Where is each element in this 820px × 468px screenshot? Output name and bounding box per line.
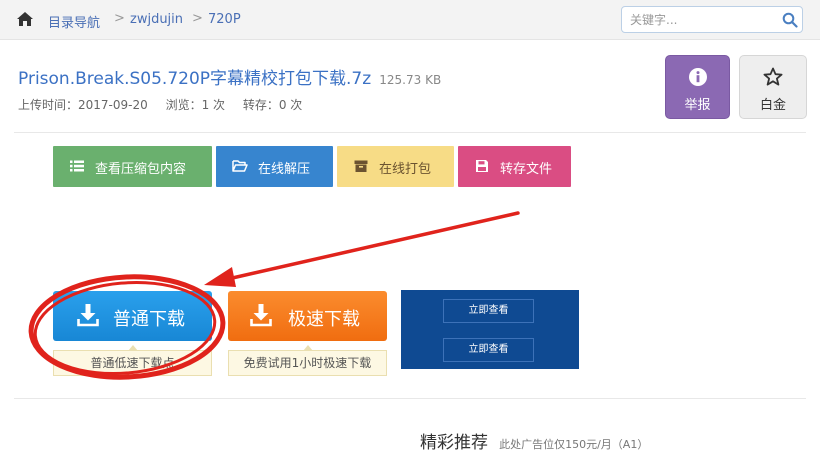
extract-online-label: 在线解压 — [258, 162, 311, 177]
breadcrumb-directory[interactable]: 目录导航 — [48, 12, 100, 31]
ad-banner[interactable]: 立即查看 立即查看 — [401, 290, 579, 369]
report-label: 举报 — [684, 98, 711, 113]
list-icon — [70, 160, 84, 172]
file-name: Prison.Break.S05.720P字幕精校打包下载.7z — [18, 69, 372, 89]
breadcrumb-separator: > — [192, 11, 203, 26]
recommend-title: 精彩推荐 — [420, 433, 488, 453]
divider — [14, 132, 806, 133]
download-icon — [77, 304, 99, 327]
fast-download-button[interactable]: 极速下载 — [228, 291, 387, 341]
ad-view-button[interactable]: 立即查看 — [443, 338, 534, 362]
report-button[interactable]: 举报 — [665, 55, 730, 119]
normal-download-tip: 普通低速下载点 — [53, 345, 212, 376]
search-input[interactable] — [630, 12, 770, 28]
folder-open-icon — [232, 160, 248, 172]
gold-label: 白金 — [759, 98, 786, 113]
normal-download-button[interactable]: 普通下载 — [53, 291, 212, 341]
view-archive-label: 查看压缩包内容 — [95, 162, 187, 177]
breadcrumb-user[interactable]: zwjdujin — [130, 12, 183, 27]
save-count: 转存：0 次 — [242, 98, 303, 112]
view-archive-button[interactable]: 查看压缩包内容 — [53, 146, 212, 187]
download-icon — [250, 304, 272, 327]
pack-online-label: 在线打包 — [379, 162, 432, 177]
archive-icon — [354, 160, 368, 172]
view-count: 浏览：1 次 — [165, 98, 226, 112]
fast-download-label: 极速下载 — [288, 309, 360, 330]
ad-view-button[interactable]: 立即查看 — [443, 299, 534, 323]
extract-online-button[interactable]: 在线解压 — [216, 146, 333, 187]
normal-download-label: 普通下载 — [113, 309, 185, 330]
breadcrumb-bar: 目录导航 > zwjdujin > 720P — [0, 0, 820, 40]
upload-time: 上传时间：2017-09-20 — [18, 98, 148, 112]
pack-online-button[interactable]: 在线打包 — [337, 146, 454, 187]
breadcrumb-separator: > — [114, 11, 125, 26]
save-icon — [476, 160, 488, 172]
file-size: 125.73 KB — [379, 73, 442, 87]
search-box — [621, 6, 803, 33]
info-icon — [688, 68, 707, 86]
search-icon[interactable] — [782, 12, 798, 28]
file-meta: 上传时间：2017-09-20 浏览：1 次 转存：0 次 — [18, 96, 316, 113]
gold-button[interactable]: 白金 — [739, 55, 807, 119]
annotation-arrowhead — [204, 267, 236, 287]
save-file-label: 转存文件 — [500, 162, 553, 177]
home-icon[interactable] — [16, 11, 34, 27]
divider — [14, 398, 806, 399]
fast-download-tip: 免费试用1小时极速下载 — [228, 345, 387, 376]
file-title: Prison.Break.S05.720P字幕精校打包下载.7z 125.73 … — [18, 64, 441, 89]
annotation-arrow — [226, 211, 520, 281]
recommend-ad-note: 此处广告位仅150元/月（A1） — [499, 438, 649, 451]
breadcrumb-folder[interactable]: 720P — [208, 12, 241, 27]
star-icon — [763, 67, 783, 86]
recommend-section: 精彩推荐 此处广告位仅150元/月（A1） — [420, 428, 648, 453]
save-file-button[interactable]: 转存文件 — [458, 146, 571, 187]
